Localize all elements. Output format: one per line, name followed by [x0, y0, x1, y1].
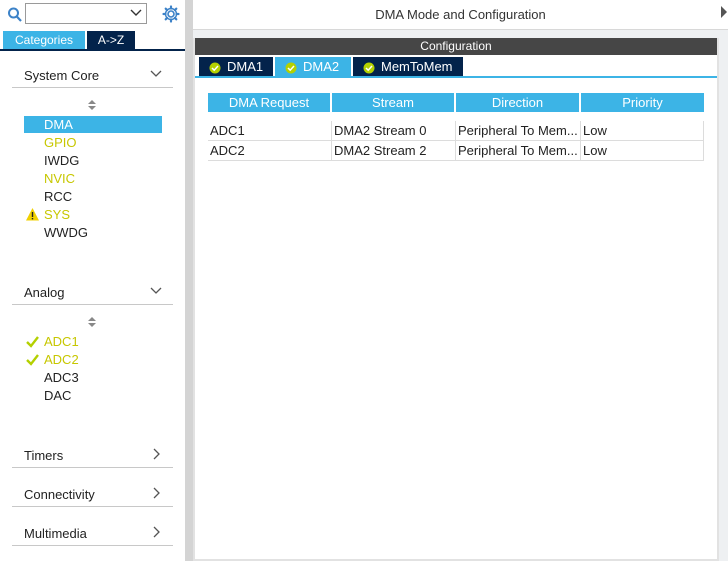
- configuration-panel: Configuration DMA1 DMA2 MemToMem DMA Req…: [193, 38, 719, 561]
- category-tabbar: Categories A->Z: [0, 30, 185, 51]
- column-header[interactable]: Direction: [456, 93, 579, 112]
- table-row[interactable]: ADC2 DMA2 Stream 2 Peripheral To Mem... …: [208, 141, 704, 161]
- search-icon[interactable]: [7, 6, 23, 24]
- chevron-down-icon[interactable]: [149, 284, 163, 298]
- section-analog[interactable]: Analog: [12, 281, 173, 305]
- tab-label: DMA1: [227, 59, 264, 74]
- check-circle-icon: [363, 60, 375, 74]
- search-combobox[interactable]: [25, 3, 147, 24]
- right-panel: DMA Mode and Configuration Configuration…: [193, 0, 728, 561]
- tab-categories[interactable]: Categories: [3, 31, 85, 49]
- sidebar-item-nvic[interactable]: NVIC: [24, 170, 162, 187]
- configuration-header: Configuration: [195, 38, 717, 55]
- sidebar-item-sys[interactable]: SYS: [24, 206, 162, 223]
- section-label: System Core: [24, 68, 100, 83]
- sidebar-item-label: ADC2: [44, 352, 79, 367]
- sidebar-item-iwdg[interactable]: IWDG: [24, 152, 162, 169]
- table-row[interactable]: ADC1 DMA2 Stream 0 Peripheral To Mem... …: [208, 121, 704, 141]
- section-connectivity[interactable]: Connectivity: [12, 483, 173, 507]
- check-icon: [25, 352, 40, 367]
- check-icon: [25, 334, 40, 349]
- column-header[interactable]: Priority: [581, 93, 704, 112]
- table-cell: ADC2: [208, 141, 332, 161]
- tab-memtomem[interactable]: MemToMem: [353, 57, 463, 76]
- chevron-down-icon[interactable]: [149, 67, 163, 81]
- tab-dma2[interactable]: DMA2: [275, 57, 351, 76]
- page-title: DMA Mode and Configuration: [193, 0, 728, 30]
- section-label: Connectivity: [24, 487, 95, 502]
- sidebar-item-label: SYS: [44, 207, 71, 222]
- section-system-core[interactable]: System Core: [12, 64, 173, 88]
- sidebar-item-adc1[interactable]: ADC1: [24, 333, 162, 350]
- sidebar-item-label: ADC3: [44, 370, 79, 385]
- sidebar-item-label: DAC: [44, 388, 72, 403]
- sidebar-item-wwdg[interactable]: WWDG: [24, 224, 162, 241]
- sidebar-item-adc3[interactable]: ADC3: [24, 369, 162, 386]
- table-cell: Low: [581, 121, 704, 141]
- sidebar-item-label: DMA: [44, 117, 73, 132]
- panel-splitter[interactable]: [185, 0, 193, 561]
- sidebar-item-label: NVIC: [44, 171, 76, 186]
- section-label: Multimedia: [24, 526, 87, 541]
- tab-label: DMA2: [303, 59, 340, 74]
- tab-a-to-z[interactable]: A->Z: [87, 31, 135, 49]
- sidebar-item-dma[interactable]: DMA: [24, 116, 162, 133]
- table-cell: Peripheral To Mem...: [456, 141, 581, 161]
- search-row: [0, 0, 185, 30]
- column-header[interactable]: Stream: [332, 93, 454, 112]
- sort-icon[interactable]: [86, 316, 98, 328]
- sidebar-item-gpio[interactable]: GPIO: [24, 134, 162, 151]
- collapse-panel-icon[interactable]: [718, 4, 728, 20]
- table-cell: Low: [581, 141, 704, 161]
- section-multimedia[interactable]: Multimedia: [12, 522, 173, 546]
- sidebar-item-label: RCC: [44, 189, 73, 204]
- left-panel: Categories A->Z System Core DMA GPIO IWD…: [0, 0, 185, 561]
- section-label: Timers: [24, 448, 64, 463]
- table-cell: ADC1: [208, 121, 332, 141]
- sort-icon[interactable]: [86, 99, 98, 111]
- column-header[interactable]: DMA Request: [208, 93, 330, 112]
- page-title-text: DMA Mode and Configuration: [375, 7, 546, 22]
- dma-tabbar: DMA1 DMA2 MemToMem: [195, 55, 717, 78]
- sidebar-item-label: IWDG: [44, 153, 80, 168]
- check-circle-icon: [209, 60, 221, 74]
- table-cell: DMA2 Stream 2: [332, 141, 456, 161]
- chevron-down-icon[interactable]: [129, 6, 143, 20]
- sidebar-item-dac[interactable]: DAC: [24, 387, 162, 404]
- sidebar-item-adc2[interactable]: ADC2: [24, 351, 162, 368]
- sidebar-item-label: WWDG: [44, 225, 89, 240]
- table-cell: DMA2 Stream 0: [332, 121, 456, 141]
- table-cell: Peripheral To Mem...: [456, 121, 581, 141]
- chevron-right-icon[interactable]: [149, 525, 163, 539]
- chevron-right-icon[interactable]: [149, 447, 163, 461]
- warning-icon: [25, 207, 40, 222]
- sidebar-item-label: ADC1: [44, 334, 79, 349]
- chevron-right-icon[interactable]: [149, 486, 163, 500]
- sidebar-item-rcc[interactable]: RCC: [24, 188, 162, 205]
- gear-icon[interactable]: [162, 5, 180, 23]
- check-circle-icon: [285, 60, 297, 74]
- section-timers[interactable]: Timers: [12, 444, 173, 468]
- tab-label: MemToMem: [381, 59, 453, 74]
- sidebar-item-label: GPIO: [44, 135, 77, 150]
- tab-dma1[interactable]: DMA1: [199, 57, 273, 76]
- section-label: Analog: [24, 285, 65, 300]
